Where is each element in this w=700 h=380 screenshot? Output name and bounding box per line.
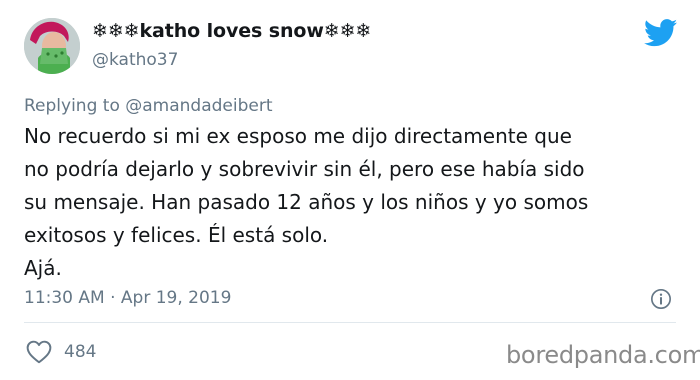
timestamp[interactable]: 11:30 AM · Apr 19, 2019	[24, 288, 231, 308]
display-name[interactable]: ❄❄❄katho loves snow❄❄❄	[92, 20, 371, 42]
replying-label: Replying to	[24, 96, 126, 116]
user-handle[interactable]: @katho37	[92, 50, 178, 70]
tweet-text: No recuerdo si mi ex esposo me dijo dire…	[24, 120, 684, 285]
tweet-line: exitosos y felices. Él está solo.	[24, 223, 329, 247]
replying-to: Replying to @amandadeibert	[24, 96, 273, 116]
tweet-card: ❄❄❄katho loves snow❄❄❄ @katho37 Replying…	[0, 0, 700, 380]
like-count: 484	[64, 342, 97, 362]
divider	[24, 322, 676, 323]
info-icon[interactable]	[650, 288, 672, 310]
reply-mention-link[interactable]: @amandadeibert	[125, 96, 272, 116]
twitter-bird-icon	[644, 19, 678, 47]
tweet-line: su mensaje. Han pasado 12 años y los niñ…	[24, 190, 589, 214]
boredpanda-watermark: boredpanda.com	[506, 341, 700, 369]
heart-icon[interactable]	[26, 340, 52, 364]
avatar[interactable]	[24, 18, 80, 74]
tweet-line: no podría dejarlo y sobrevivir sin él, p…	[24, 157, 585, 181]
tweet-line: Ajá.	[24, 256, 62, 280]
tweet-line: No recuerdo si mi ex esposo me dijo dire…	[24, 124, 572, 148]
